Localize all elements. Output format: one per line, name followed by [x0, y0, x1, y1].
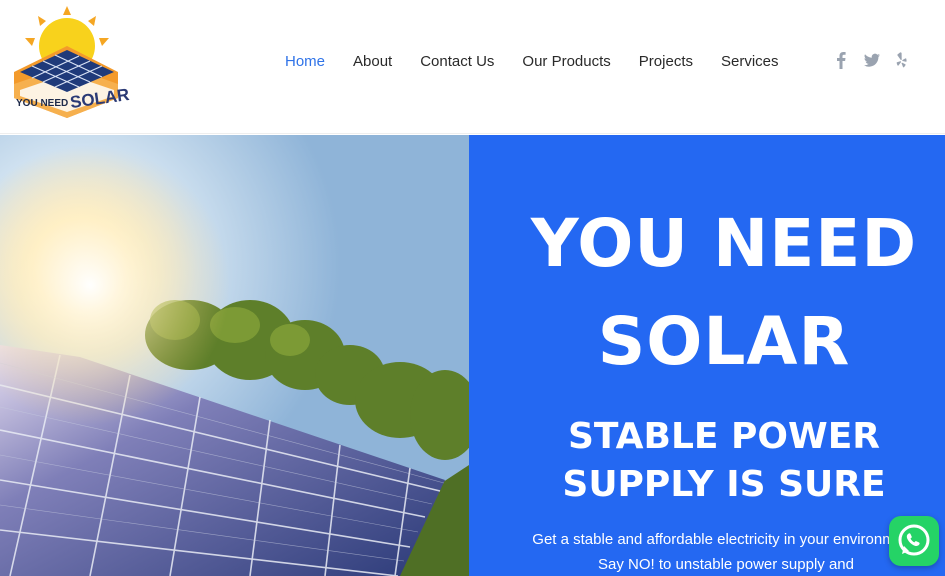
nav-contact-us[interactable]: Contact Us — [420, 53, 494, 70]
nav-services[interactable]: Services — [721, 53, 779, 70]
nav-our-products[interactable]: Our Products — [522, 53, 610, 70]
hero-solar-panels-image — [0, 135, 469, 576]
whatsapp-icon — [898, 524, 930, 556]
yelp-icon[interactable] — [893, 50, 909, 70]
hero-subtitle: STABLE POWER SUPPLY IS SURE — [469, 413, 945, 509]
site-logo[interactable]: YOU NEED SOLAR — [10, 6, 130, 122]
main-navigation: Home About Contact Us Our Products Proje… — [285, 53, 779, 70]
whatsapp-chat-button[interactable] — [889, 516, 939, 566]
hero-title-line-2: SOLAR — [597, 303, 851, 380]
nav-about[interactable]: About — [353, 53, 392, 70]
hero-title: YOU NEED SOLAR — [469, 195, 945, 391]
hero-subtitle-line-1: STABLE POWER — [567, 416, 881, 457]
nav-projects[interactable]: Projects — [639, 53, 693, 70]
hero-subtitle-line-2: SUPPLY IS SURE — [562, 464, 886, 505]
logo-text-you-need: YOU NEED — [16, 98, 69, 109]
nav-home[interactable]: Home — [285, 53, 325, 70]
facebook-icon[interactable] — [833, 50, 849, 70]
hero-title-line-1: YOU NEED — [530, 205, 918, 282]
twitter-icon[interactable] — [863, 50, 880, 70]
site-header: YOU NEED SOLAR Home About Contact Us Our… — [0, 0, 945, 134]
hero-panel: YOU NEED SOLAR STABLE POWER SUPPLY IS SU… — [469, 135, 945, 576]
social-links — [833, 50, 909, 70]
hero-description: Get a stable and affordable electricity … — [532, 531, 920, 573]
